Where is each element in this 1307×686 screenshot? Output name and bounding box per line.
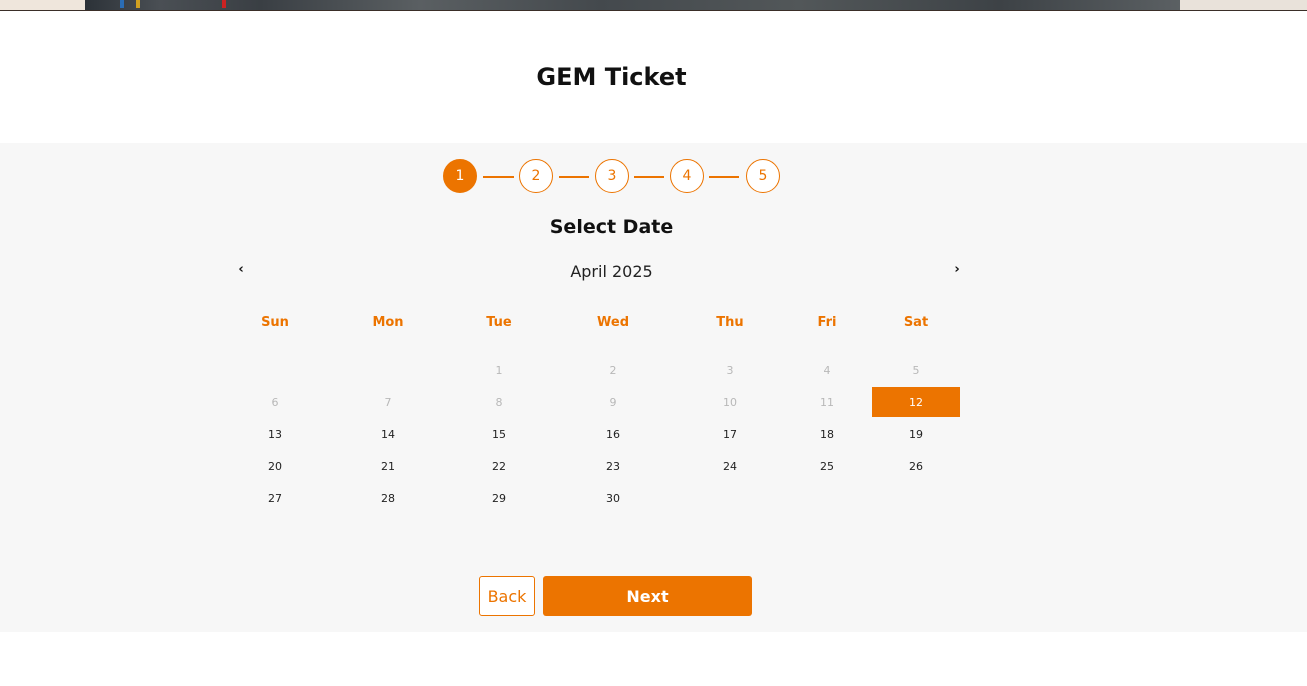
calendar-day: 4 <box>823 363 831 377</box>
page-title: GEM Ticket <box>536 63 687 91</box>
step-label: 5 <box>758 168 768 184</box>
calendar-day[interactable]: 20 <box>231 451 319 481</box>
calendar-day[interactable]: 13 <box>231 419 319 449</box>
calendar-day[interactable]: 22 <box>455 451 543 481</box>
step-connector <box>483 176 514 178</box>
hero-image-detail <box>136 0 140 8</box>
calendar-day[interactable]: 21 <box>344 451 432 481</box>
calendar-day: 2 <box>609 363 617 377</box>
step-connector <box>709 176 739 178</box>
calendar-day-selected[interactable]: 12 <box>872 387 960 417</box>
calendar-day: 11 <box>820 395 834 409</box>
calendar-day: 7 <box>384 395 392 409</box>
weekday-label: Thu <box>716 315 744 330</box>
calendar-day: 1 <box>495 363 503 377</box>
calendar-day[interactable]: 16 <box>569 419 657 449</box>
step-label: 2 <box>531 168 541 184</box>
step-label: 4 <box>682 168 692 184</box>
calendar-day[interactable]: 30 <box>569 483 657 513</box>
step-5: 5 <box>746 159 780 193</box>
next-button[interactable]: Next <box>543 576 752 616</box>
step-3: 3 <box>595 159 629 193</box>
weekday-label: Tue <box>486 315 512 330</box>
calendar-day[interactable]: 15 <box>455 419 543 449</box>
calendar-day[interactable]: 28 <box>344 483 432 513</box>
calendar-day[interactable]: 14 <box>344 419 432 449</box>
step-label: 1 <box>455 168 465 184</box>
calendar-day[interactable]: 26 <box>872 451 960 481</box>
step-label: 3 <box>607 168 617 184</box>
select-date-heading: Select Date <box>549 216 674 238</box>
back-button[interactable]: Back <box>479 576 535 616</box>
calendar-day[interactable]: 29 <box>455 483 543 513</box>
hero-image <box>0 0 1307 10</box>
calendar-day: 6 <box>271 395 279 409</box>
calendar-day: 10 <box>723 395 737 409</box>
step-1: 1 <box>443 159 477 193</box>
chevron-right-icon: › <box>954 261 960 277</box>
hero-image-strip <box>0 0 1307 11</box>
calendar-day[interactable]: 19 <box>872 419 960 449</box>
calendar-day[interactable]: 23 <box>569 451 657 481</box>
step-connector <box>634 176 664 178</box>
calendar-day: 3 <box>726 363 734 377</box>
booking-panel: 1 2 3 4 5 Select Date ‹ April 2025 › Sun… <box>0 143 1307 632</box>
weekday-label: Sun <box>261 315 289 330</box>
weekday-label: Sat <box>903 315 929 330</box>
calendar-day[interactable]: 24 <box>686 451 774 481</box>
calendar-day[interactable]: 17 <box>686 419 774 449</box>
footer-space <box>0 632 1307 686</box>
calendar-day: 9 <box>609 395 617 409</box>
hero-image-detail <box>222 0 226 8</box>
month-label: April 2025 <box>570 262 653 281</box>
title-area: GEM Ticket <box>0 11 1307 143</box>
step-connector <box>559 176 589 178</box>
calendar-day[interactable]: 25 <box>783 451 871 481</box>
calendar-day: 8 <box>495 395 503 409</box>
weekday-label: Wed <box>597 315 629 330</box>
hero-image-detail <box>120 0 124 8</box>
calendar-day[interactable]: 18 <box>783 419 871 449</box>
progress-stepper: 1 2 3 4 5 <box>443 159 783 193</box>
step-4: 4 <box>670 159 704 193</box>
weekday-label: Mon <box>372 315 404 330</box>
calendar-day[interactable]: 27 <box>231 483 319 513</box>
step-2: 2 <box>519 159 553 193</box>
weekday-label: Fri <box>817 315 837 330</box>
calendar-day: 5 <box>912 363 920 377</box>
next-month-button[interactable]: › <box>949 261 965 277</box>
